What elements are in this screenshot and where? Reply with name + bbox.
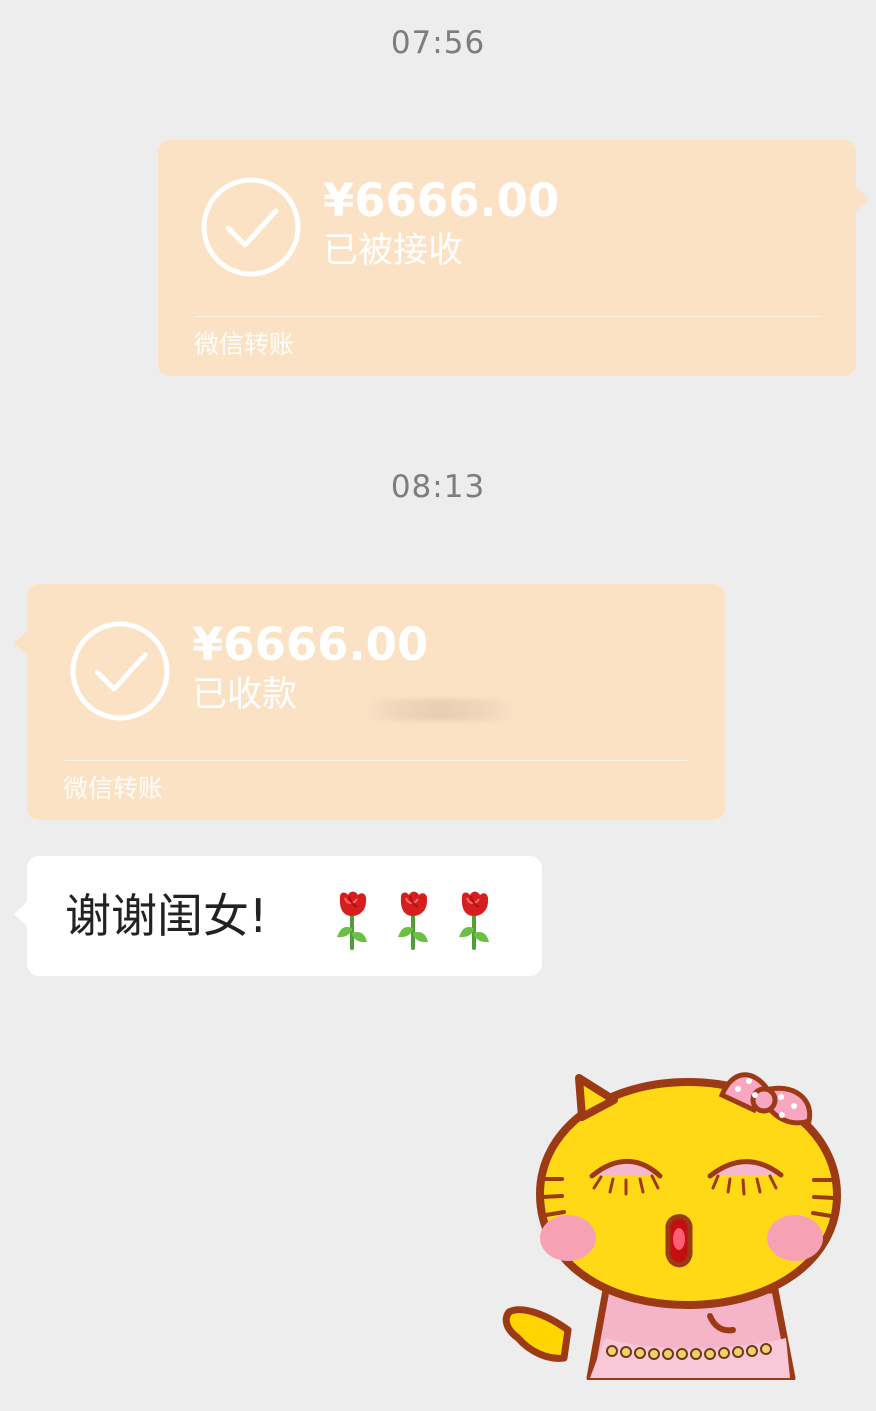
rose-emoji-icon (398, 891, 428, 950)
rose-emoji-icon (337, 891, 367, 950)
transfer-status: 已被接收 (323, 231, 464, 271)
timestamp: 07:56 (390, 25, 486, 61)
transfer-label: 微信转账 (194, 330, 295, 359)
transfer-amount: ¥6666.00 (323, 174, 560, 227)
check-circle-icon (70, 621, 170, 721)
check-circle-icon (201, 177, 301, 277)
text-message-bubble[interactable]: 谢谢闺女! (14, 856, 542, 976)
blurred-text (365, 699, 515, 721)
timestamp: 08:13 (390, 469, 486, 505)
transfer-status: 已收款 (192, 675, 298, 715)
card-divider (63, 760, 689, 761)
transfer-card-sent[interactable]: ¥6666.00 已被接收 微信转账 (158, 140, 869, 376)
card-divider (194, 316, 820, 317)
transfer-card-received[interactable]: ¥6666.00 已收款 微信转账 (14, 584, 725, 820)
message-text: 谢谢闺女! (65, 889, 268, 943)
rose-emoji-icon (459, 891, 489, 950)
cat-sticker[interactable] (500, 1060, 850, 1380)
transfer-label: 微信转账 (63, 774, 164, 803)
transfer-amount: ¥6666.00 (192, 618, 429, 671)
